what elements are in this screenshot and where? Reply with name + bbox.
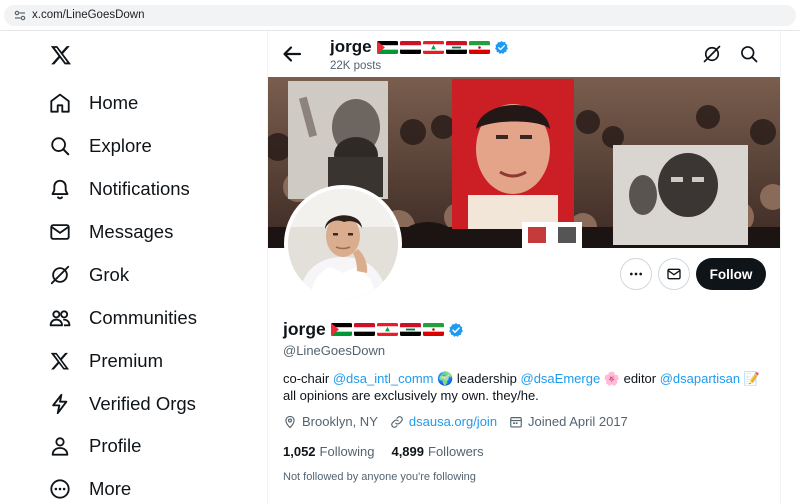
nav-premium-label: Premium bbox=[89, 350, 164, 371]
x-logo-icon bbox=[48, 349, 72, 373]
bio-mention-link[interactable]: @dsapartisan bbox=[660, 371, 740, 386]
more-dots-icon bbox=[630, 272, 642, 276]
calendar-icon bbox=[510, 416, 522, 428]
back-arrow-icon[interactable] bbox=[280, 42, 304, 66]
header-display-name: jorge bbox=[330, 37, 372, 56]
nav-profile[interactable]: Profile bbox=[48, 428, 141, 464]
nav-communities-label: Communities bbox=[89, 307, 197, 328]
lightning-icon bbox=[48, 392, 72, 416]
lebanon-flag bbox=[422, 40, 444, 54]
flag-emojis bbox=[330, 323, 446, 336]
followers-count: 4,899 bbox=[391, 444, 425, 459]
followers-label: Followers bbox=[428, 444, 484, 459]
grok-icon bbox=[48, 263, 72, 287]
location-item: Brooklyn, NY bbox=[283, 414, 378, 429]
avatar-image bbox=[288, 189, 398, 299]
grok-icon[interactable] bbox=[702, 44, 722, 64]
nav-messages[interactable]: Messages bbox=[48, 214, 173, 250]
bell-icon bbox=[48, 177, 72, 201]
bio-mention-link[interactable]: @dsaEmerge bbox=[521, 371, 601, 386]
nav-grok-label: Grok bbox=[89, 264, 130, 285]
nav-verified-orgs-label: Verified Orgs bbox=[89, 393, 196, 414]
verified-badge-icon bbox=[448, 322, 463, 337]
following-count: 1,052 bbox=[283, 444, 316, 459]
home-icon bbox=[48, 91, 72, 115]
nav-verified-orgs[interactable]: Verified Orgs bbox=[48, 386, 196, 422]
location-text: Brooklyn, NY bbox=[302, 414, 378, 429]
website-item[interactable]: dsausa.org/join bbox=[390, 414, 497, 429]
bio-text: 🌸 editor bbox=[600, 371, 660, 386]
profile-column: jorge 22K posts Follow jorge @LineGoesDo… bbox=[267, 31, 781, 504]
palestine-flag bbox=[330, 323, 352, 336]
yemen-flag bbox=[353, 323, 375, 336]
more-circle-icon bbox=[48, 477, 72, 501]
envelope-icon bbox=[48, 220, 72, 244]
iran-flag bbox=[422, 323, 444, 336]
iraq-flag bbox=[399, 323, 421, 336]
following-label: Following bbox=[319, 444, 375, 459]
bio-text: 📝 bbox=[740, 371, 760, 386]
browser-address-bar: x.com/LineGoesDown bbox=[0, 0, 800, 31]
message-button[interactable] bbox=[658, 258, 690, 290]
profile-meta-row: Brooklyn, NY dsausa.org/join Joined Apri… bbox=[283, 414, 640, 429]
search-icon bbox=[48, 134, 72, 158]
nav-profile-label: Profile bbox=[89, 435, 142, 456]
profile-display-name: jorge bbox=[283, 319, 326, 339]
search-icon[interactable] bbox=[739, 44, 759, 64]
more-options-button[interactable] bbox=[620, 258, 652, 290]
header-name-row: jorge bbox=[330, 37, 509, 57]
nav-communities[interactable]: Communities bbox=[48, 300, 197, 336]
profile-name-row: jorge bbox=[283, 319, 464, 340]
nav-explore[interactable]: Explore bbox=[48, 128, 152, 164]
yemen-flag bbox=[399, 40, 421, 54]
person-icon bbox=[48, 434, 72, 458]
location-pin-icon bbox=[285, 415, 295, 428]
bio-text: 🌍 leadership bbox=[433, 371, 521, 386]
profile-handle: @LineGoesDown bbox=[283, 343, 386, 358]
not-followed-notice: Not followed by anyone you're following bbox=[283, 471, 476, 483]
iran-flag bbox=[468, 40, 490, 54]
nav-home[interactable]: Home bbox=[48, 85, 138, 121]
people-icon bbox=[48, 306, 72, 330]
bio-text: co-chair bbox=[283, 371, 333, 386]
nav-more[interactable]: More bbox=[48, 471, 131, 504]
iraq-flag bbox=[445, 40, 467, 54]
bio-mention-link[interactable]: @dsa_intl_comm bbox=[333, 371, 434, 386]
profile-avatar[interactable] bbox=[284, 185, 402, 303]
website-link[interactable]: dsausa.org/join bbox=[409, 414, 497, 429]
profile-header-bar: jorge 22K posts bbox=[268, 31, 780, 77]
following-link[interactable]: 1,052 Following bbox=[283, 444, 374, 459]
bio-second-line: all opinions are exclusively my own. the… bbox=[283, 388, 539, 403]
nav-home-label: Home bbox=[89, 92, 139, 113]
url-field[interactable]: x.com/LineGoesDown bbox=[4, 5, 796, 26]
joined-text: Joined April 2017 bbox=[528, 414, 628, 429]
link-icon bbox=[391, 415, 403, 428]
posts-count: 22K posts bbox=[330, 60, 382, 72]
palestine-flag bbox=[376, 40, 398, 54]
followers-link[interactable]: 4,899 Followers bbox=[391, 444, 483, 459]
nav-explore-label: Explore bbox=[89, 135, 152, 156]
url-text: x.com/LineGoesDown bbox=[32, 9, 145, 21]
nav-notifications-label: Notifications bbox=[89, 178, 190, 199]
flag-emojis bbox=[376, 40, 492, 54]
x-logo-icon[interactable] bbox=[50, 44, 72, 66]
lebanon-flag bbox=[376, 323, 398, 336]
nav-grok[interactable]: Grok bbox=[48, 257, 129, 293]
nav-notifications[interactable]: Notifications bbox=[48, 171, 190, 207]
follow-button[interactable]: Follow bbox=[696, 258, 766, 290]
nav-more-label: More bbox=[89, 478, 132, 499]
nav-messages-label: Messages bbox=[89, 221, 174, 242]
envelope-icon bbox=[667, 268, 681, 280]
profile-bio: co-chair @dsa_intl_comm 🌍 leadership @ds… bbox=[283, 370, 773, 404]
follow-counts: 1,052 Following 4,899 Followers bbox=[283, 444, 501, 459]
site-settings-icon[interactable] bbox=[14, 10, 26, 21]
nav-premium[interactable]: Premium bbox=[48, 343, 163, 379]
joined-item: Joined April 2017 bbox=[509, 414, 628, 429]
verified-badge-icon bbox=[494, 40, 508, 54]
